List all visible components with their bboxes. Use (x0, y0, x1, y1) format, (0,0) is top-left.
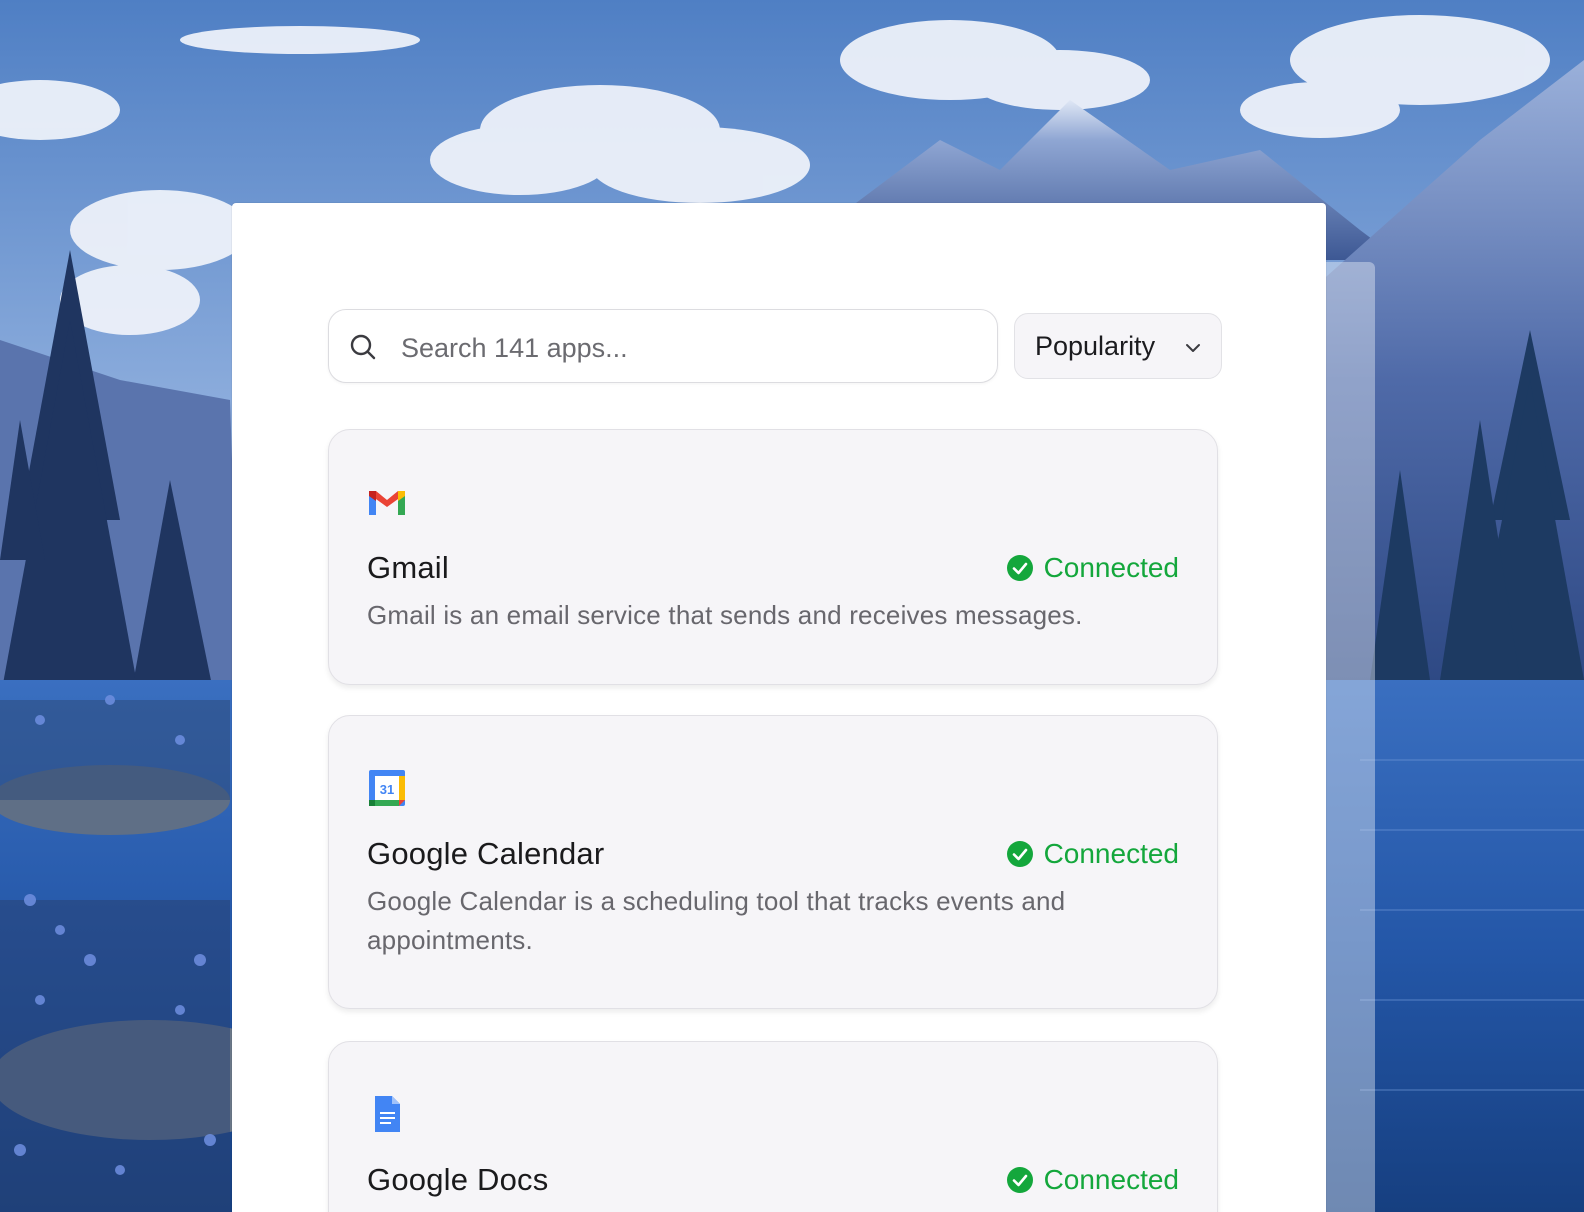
app-card-google-calendar[interactable]: 31 Google Calendar Connected Google Cale… (328, 715, 1218, 1009)
app-name: Gmail (367, 550, 449, 585)
gmail-icon (369, 491, 405, 515)
connected-status: Connected (1006, 1162, 1179, 1198)
background-window-panel (1320, 262, 1375, 1212)
sort-dropdown[interactable]: Popularity (1014, 313, 1222, 379)
apps-toolbar: Popularity (328, 309, 1228, 385)
chevron-down-icon (1186, 344, 1200, 352)
connected-status: Connected (1006, 550, 1179, 586)
check-circle-icon (1006, 841, 1033, 867)
status-label: Connected (1043, 1164, 1179, 1195)
status-label: Connected (1043, 838, 1179, 869)
check-circle-icon (1006, 555, 1033, 581)
app-card-google-docs[interactable]: Google Docs Connected (328, 1041, 1218, 1212)
search-icon (350, 334, 376, 360)
search-input[interactable] (399, 328, 963, 368)
app-name: Google Docs (367, 1162, 549, 1197)
apps-panel: Popularity Gmail Connected (232, 203, 1326, 1212)
google-docs-icon (375, 1096, 400, 1132)
app-description: Google Calendar is a scheduling tool tha… (367, 886, 1066, 955)
check-circle-icon (1006, 1167, 1033, 1193)
app-card-gmail[interactable]: Gmail Connected Gmail is an email servic… (328, 429, 1218, 685)
search-box[interactable] (328, 309, 998, 383)
desktop-background: Popularity Gmail Connected (0, 0, 1584, 1212)
app-name: Google Calendar (367, 836, 605, 871)
status-label: Connected (1043, 552, 1179, 583)
calendar-icon-number: 31 (380, 782, 394, 797)
app-description: Gmail is an email service that sends and… (367, 600, 1083, 630)
connected-status: Connected (1006, 836, 1179, 872)
google-calendar-icon: 31 (369, 770, 405, 806)
sort-dropdown-label: Popularity (1035, 330, 1156, 361)
